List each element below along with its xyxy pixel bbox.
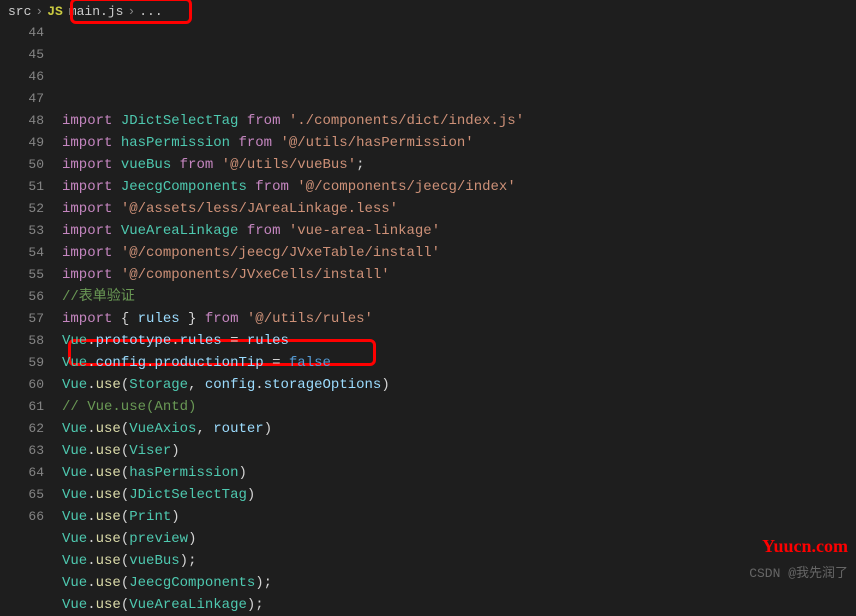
line-number: 66 — [0, 506, 44, 528]
line-number: 64 — [0, 462, 44, 484]
line-number: 65 — [0, 484, 44, 506]
line-number: 50 — [0, 154, 44, 176]
chevron-right-icon: › — [127, 4, 135, 19]
code-line[interactable]: import '@/components/jeecg/JVxeTable/ins… — [62, 242, 856, 264]
line-number: 49 — [0, 132, 44, 154]
line-number: 57 — [0, 308, 44, 330]
code-area[interactable]: import JDictSelectTag from './components… — [62, 22, 856, 589]
code-line[interactable]: Vue.use(vueBus); — [62, 550, 856, 572]
line-number: 60 — [0, 374, 44, 396]
chevron-right-icon: › — [35, 4, 43, 19]
code-line[interactable]: import hasPermission from '@/utils/hasPe… — [62, 132, 856, 154]
code-line[interactable]: Vue.use(preview) — [62, 528, 856, 550]
line-number: 59 — [0, 352, 44, 374]
line-number: 48 — [0, 110, 44, 132]
line-number: 45 — [0, 44, 44, 66]
breadcrumb[interactable]: src › JS main.js › ... — [0, 0, 856, 22]
line-number: 46 — [0, 66, 44, 88]
code-line[interactable]: Vue.use(Storage, config.storageOptions) — [62, 374, 856, 396]
line-number: 54 — [0, 242, 44, 264]
code-line[interactable]: Vue.use(Viser) — [62, 440, 856, 462]
code-line[interactable]: // Vue.use(Antd) — [62, 396, 856, 418]
line-number: 61 — [0, 396, 44, 418]
code-editor[interactable]: 4445464748495051525354555657585960616263… — [0, 22, 856, 589]
breadcrumb-trail[interactable]: ... — [139, 4, 162, 19]
breadcrumb-file[interactable]: main.js — [69, 4, 124, 19]
code-line[interactable]: import VueAreaLinkage from 'vue-area-lin… — [62, 220, 856, 242]
breadcrumb-root[interactable]: src — [8, 4, 31, 19]
code-line[interactable]: Vue.use(hasPermission) — [62, 462, 856, 484]
watermark-site: Yuucn.com — [762, 536, 848, 557]
code-line[interactable]: import vueBus from '@/utils/vueBus'; — [62, 154, 856, 176]
code-line[interactable]: Vue.prototype.rules = rules — [62, 330, 856, 352]
code-line[interactable]: Vue.use(JeecgComponents); — [62, 572, 856, 594]
code-line[interactable]: import '@/components/JVxeCells/install' — [62, 264, 856, 286]
js-file-icon: JS — [47, 4, 63, 19]
code-line[interactable]: import '@/assets/less/JAreaLinkage.less' — [62, 198, 856, 220]
line-number: 56 — [0, 286, 44, 308]
code-line[interactable]: import JDictSelectTag from './components… — [62, 110, 856, 132]
line-number: 52 — [0, 198, 44, 220]
code-line[interactable]: Vue.use(VueAreaLinkage); — [62, 594, 856, 616]
line-number: 63 — [0, 440, 44, 462]
code-line[interactable]: Vue.use(JDictSelectTag) — [62, 484, 856, 506]
line-number: 53 — [0, 220, 44, 242]
line-number: 62 — [0, 418, 44, 440]
code-line[interactable]: Vue.config.productionTip = false — [62, 352, 856, 374]
line-number: 47 — [0, 88, 44, 110]
line-number: 44 — [0, 22, 44, 44]
line-number: 51 — [0, 176, 44, 198]
code-line[interactable]: Vue.use(VueAxios, router) — [62, 418, 856, 440]
line-number: 58 — [0, 330, 44, 352]
code-line[interactable]: import { rules } from '@/utils/rules' — [62, 308, 856, 330]
code-line[interactable]: //表单验证 — [62, 286, 856, 308]
code-line[interactable]: import JeecgComponents from '@/component… — [62, 176, 856, 198]
code-line[interactable]: Vue.use(Print) — [62, 506, 856, 528]
line-number: 55 — [0, 264, 44, 286]
line-number-gutter: 4445464748495051525354555657585960616263… — [0, 22, 62, 589]
watermark-csdn: CSDN @我先润了 — [749, 562, 848, 581]
